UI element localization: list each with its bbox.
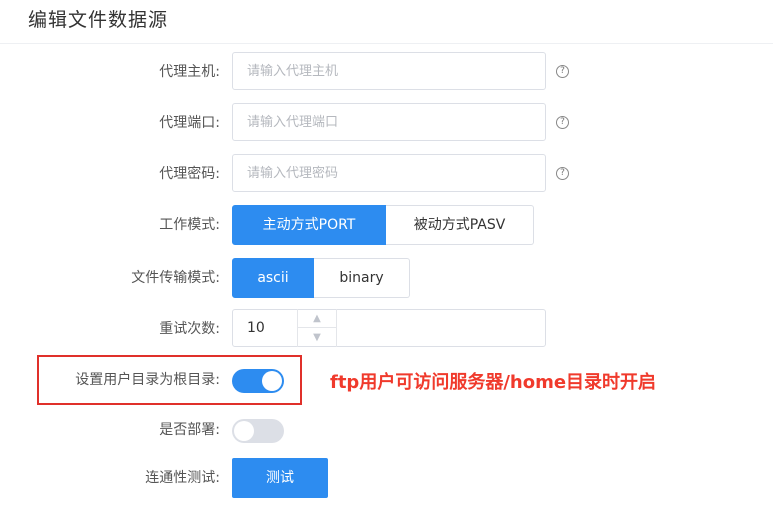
question-circle-icon[interactable]: ? bbox=[556, 167, 569, 180]
retry-count-spinner: ▲ ▼ bbox=[297, 309, 337, 347]
title-divider bbox=[0, 43, 773, 44]
retry-count-value[interactable]: 10 bbox=[247, 310, 265, 346]
toggle-knob bbox=[234, 421, 254, 441]
home-as-root-toggle[interactable] bbox=[232, 369, 284, 393]
annotation-text: ftp用户可访问服务器/home目录时开启 bbox=[330, 372, 657, 393]
transfer-mode-row: 文件传输模式: ascii binary bbox=[0, 258, 773, 298]
work-mode-pasv-button[interactable]: 被动方式PASV bbox=[386, 205, 534, 245]
question-circle-icon[interactable]: ? bbox=[556, 65, 569, 78]
deploy-row: 是否部署: bbox=[0, 410, 773, 450]
deploy-toggle[interactable] bbox=[232, 419, 284, 443]
proxy-host-row: 代理主机: ? bbox=[0, 52, 773, 92]
connectivity-test-row: 连通性测试: 测试 bbox=[0, 458, 773, 498]
retry-count-stepper[interactable]: 10 ▲ ▼ bbox=[232, 309, 546, 347]
page-title: 编辑文件数据源 bbox=[28, 9, 169, 31]
work-mode-port-button[interactable]: 主动方式PORT bbox=[232, 205, 386, 245]
work-mode-group: 主动方式PORT 被动方式PASV bbox=[232, 205, 534, 245]
transfer-mode-binary-button[interactable]: binary bbox=[314, 258, 410, 298]
transfer-mode-group: ascii binary bbox=[232, 258, 410, 298]
test-button[interactable]: 测试 bbox=[232, 458, 328, 498]
deploy-label: 是否部署: bbox=[159, 422, 220, 438]
proxy-port-label: 代理端口: bbox=[159, 115, 220, 131]
proxy-port-input[interactable] bbox=[232, 103, 546, 141]
work-mode-row: 工作模式: 主动方式PORT 被动方式PASV bbox=[0, 205, 773, 245]
toggle-knob bbox=[262, 371, 282, 391]
proxy-host-label: 代理主机: bbox=[159, 64, 220, 80]
proxy-password-input[interactable] bbox=[232, 154, 546, 192]
proxy-password-row: 代理密码: ? bbox=[0, 154, 773, 194]
transfer-mode-label: 文件传输模式: bbox=[131, 270, 220, 286]
proxy-host-input[interactable] bbox=[232, 52, 546, 90]
proxy-port-row: 代理端口: ? bbox=[0, 103, 773, 143]
chevron-down-icon[interactable]: ▼ bbox=[298, 328, 336, 346]
work-mode-label: 工作模式: bbox=[159, 217, 220, 233]
retry-count-row: 重试次数: 10 ▲ ▼ bbox=[0, 309, 773, 349]
retry-count-label: 重试次数: bbox=[159, 321, 220, 337]
proxy-password-label: 代理密码: bbox=[159, 166, 220, 182]
transfer-mode-ascii-button[interactable]: ascii bbox=[232, 258, 314, 298]
connectivity-test-label: 连通性测试: bbox=[145, 470, 220, 486]
question-circle-icon[interactable]: ? bbox=[556, 116, 569, 129]
chevron-up-icon[interactable]: ▲ bbox=[298, 309, 336, 328]
home-as-root-label: 设置用户目录为根目录: bbox=[75, 372, 220, 388]
